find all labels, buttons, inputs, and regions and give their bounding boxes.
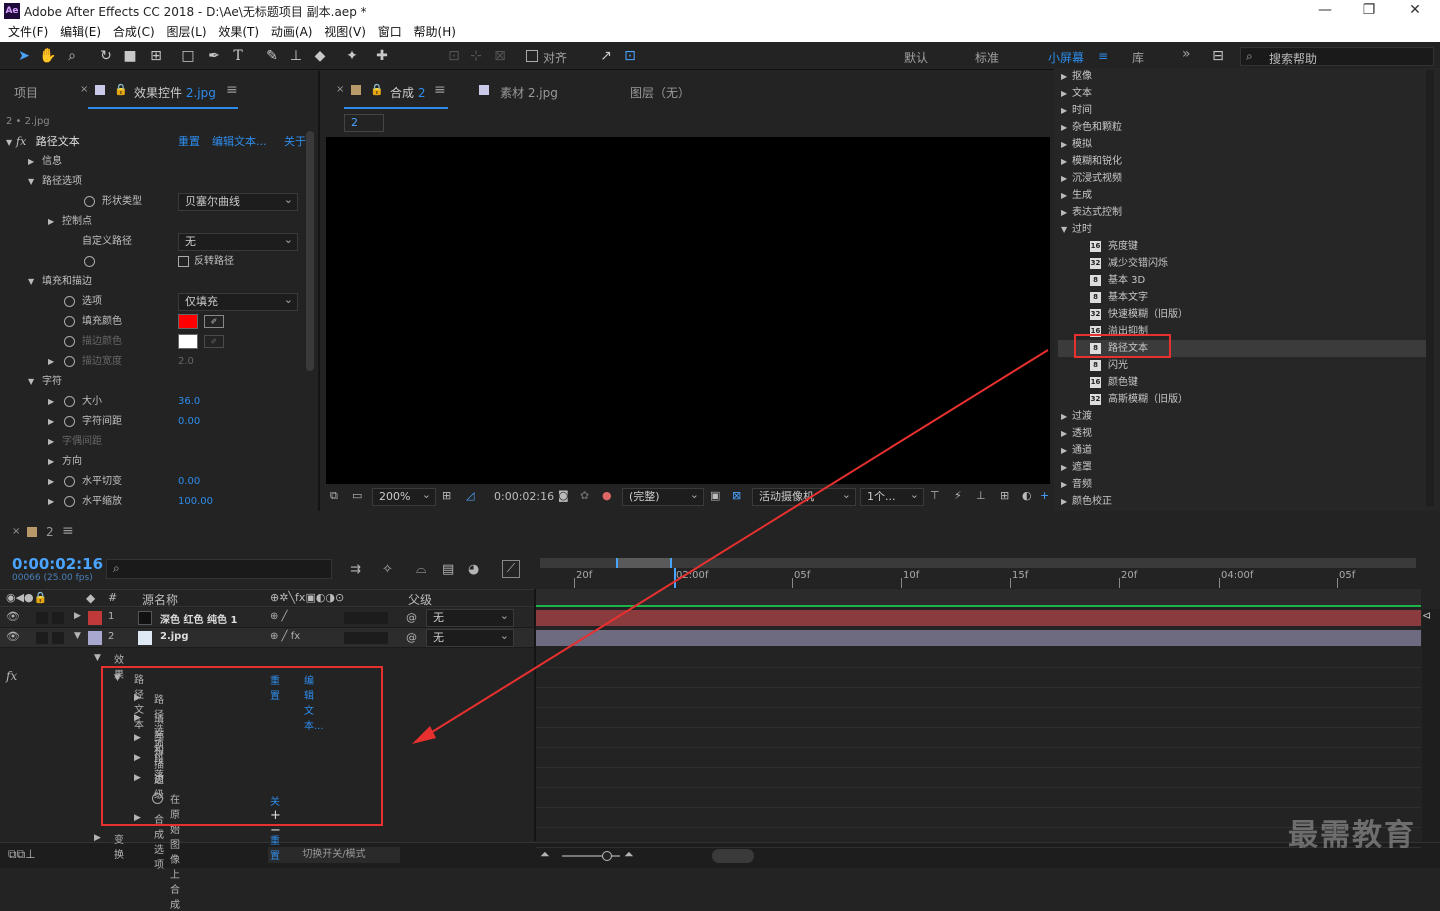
annotation-arrow-svg <box>412 349 1049 744</box>
annotation-arrowhead <box>412 726 436 744</box>
watermark: 最需教育 <box>1288 818 1416 853</box>
annotation-arrow-line <box>423 349 1049 738</box>
